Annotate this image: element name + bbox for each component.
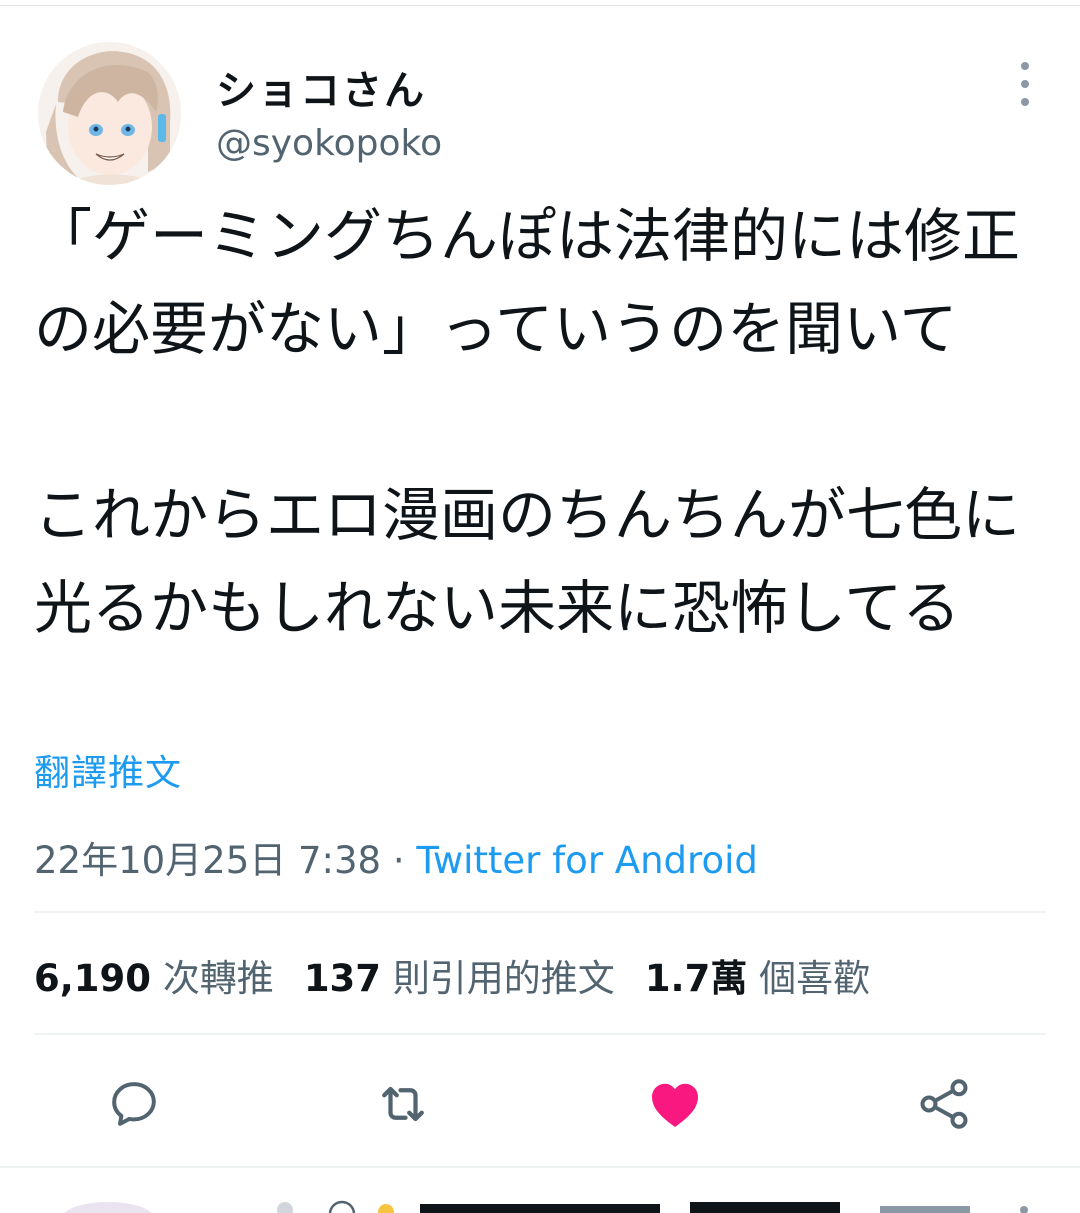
tweet-text: 「ゲーミングちんぽは法律的には修正の必要がない」っていうのを聞いて これからエロ… <box>34 202 1021 642</box>
more-dot <box>1021 62 1029 70</box>
translate-tweet-link[interactable]: 翻譯推文 <box>34 744 182 796</box>
retweet-stat[interactable]: 6,190 次轉推 <box>34 948 274 1002</box>
retweet-label: 次轉推 <box>162 957 274 1000</box>
retweet-icon <box>382 1086 424 1122</box>
next-tweet-preview[interactable] <box>0 1170 1080 1213</box>
like-button[interactable] <box>643 1072 707 1136</box>
quote-count: 137 <box>303 957 382 1000</box>
next-tweet-cropped <box>64 1200 1028 1213</box>
like-label: 個喜歡 <box>759 957 871 1000</box>
divider <box>0 1166 1080 1168</box>
share-button[interactable] <box>912 1072 976 1136</box>
source-link[interactable]: Twitter for Android <box>416 839 757 882</box>
share-icon <box>920 1079 968 1129</box>
like-count: 1.7萬 <box>644 957 748 1000</box>
top-divider <box>0 5 1080 6</box>
timestamp[interactable]: 22年10月25日 7:38 <box>34 839 381 882</box>
engagement-stats: 6,190 次轉推 137 則引用的推文 1.7萬 個喜歡 <box>34 948 870 1002</box>
quote-label: 則引用的推文 <box>392 957 615 1000</box>
like-stat[interactable]: 1.7萬 個喜歡 <box>645 948 870 1002</box>
more-dot <box>1021 80 1029 88</box>
reply-button[interactable] <box>102 1072 166 1136</box>
divider <box>34 1033 1046 1035</box>
retweet-count: 6,190 <box>34 957 152 1000</box>
avatar[interactable] <box>38 42 181 185</box>
quote-stat[interactable]: 137 則引用的推文 <box>304 948 615 1002</box>
more-options-icon[interactable] <box>1008 62 1042 106</box>
display-name[interactable]: ショコさん <box>216 58 426 116</box>
user-handle[interactable]: @syokopoko <box>216 123 442 164</box>
meta-separator: · <box>381 839 417 882</box>
more-dot <box>1021 98 1029 106</box>
reply-icon <box>112 1082 156 1126</box>
tweet-metadata: 22年10月25日 7:38 · Twitter for Android <box>34 830 758 884</box>
avatar-illustration <box>38 42 181 185</box>
retweet-button[interactable] <box>371 1072 435 1136</box>
like-icon <box>652 1083 698 1127</box>
divider <box>34 911 1046 913</box>
